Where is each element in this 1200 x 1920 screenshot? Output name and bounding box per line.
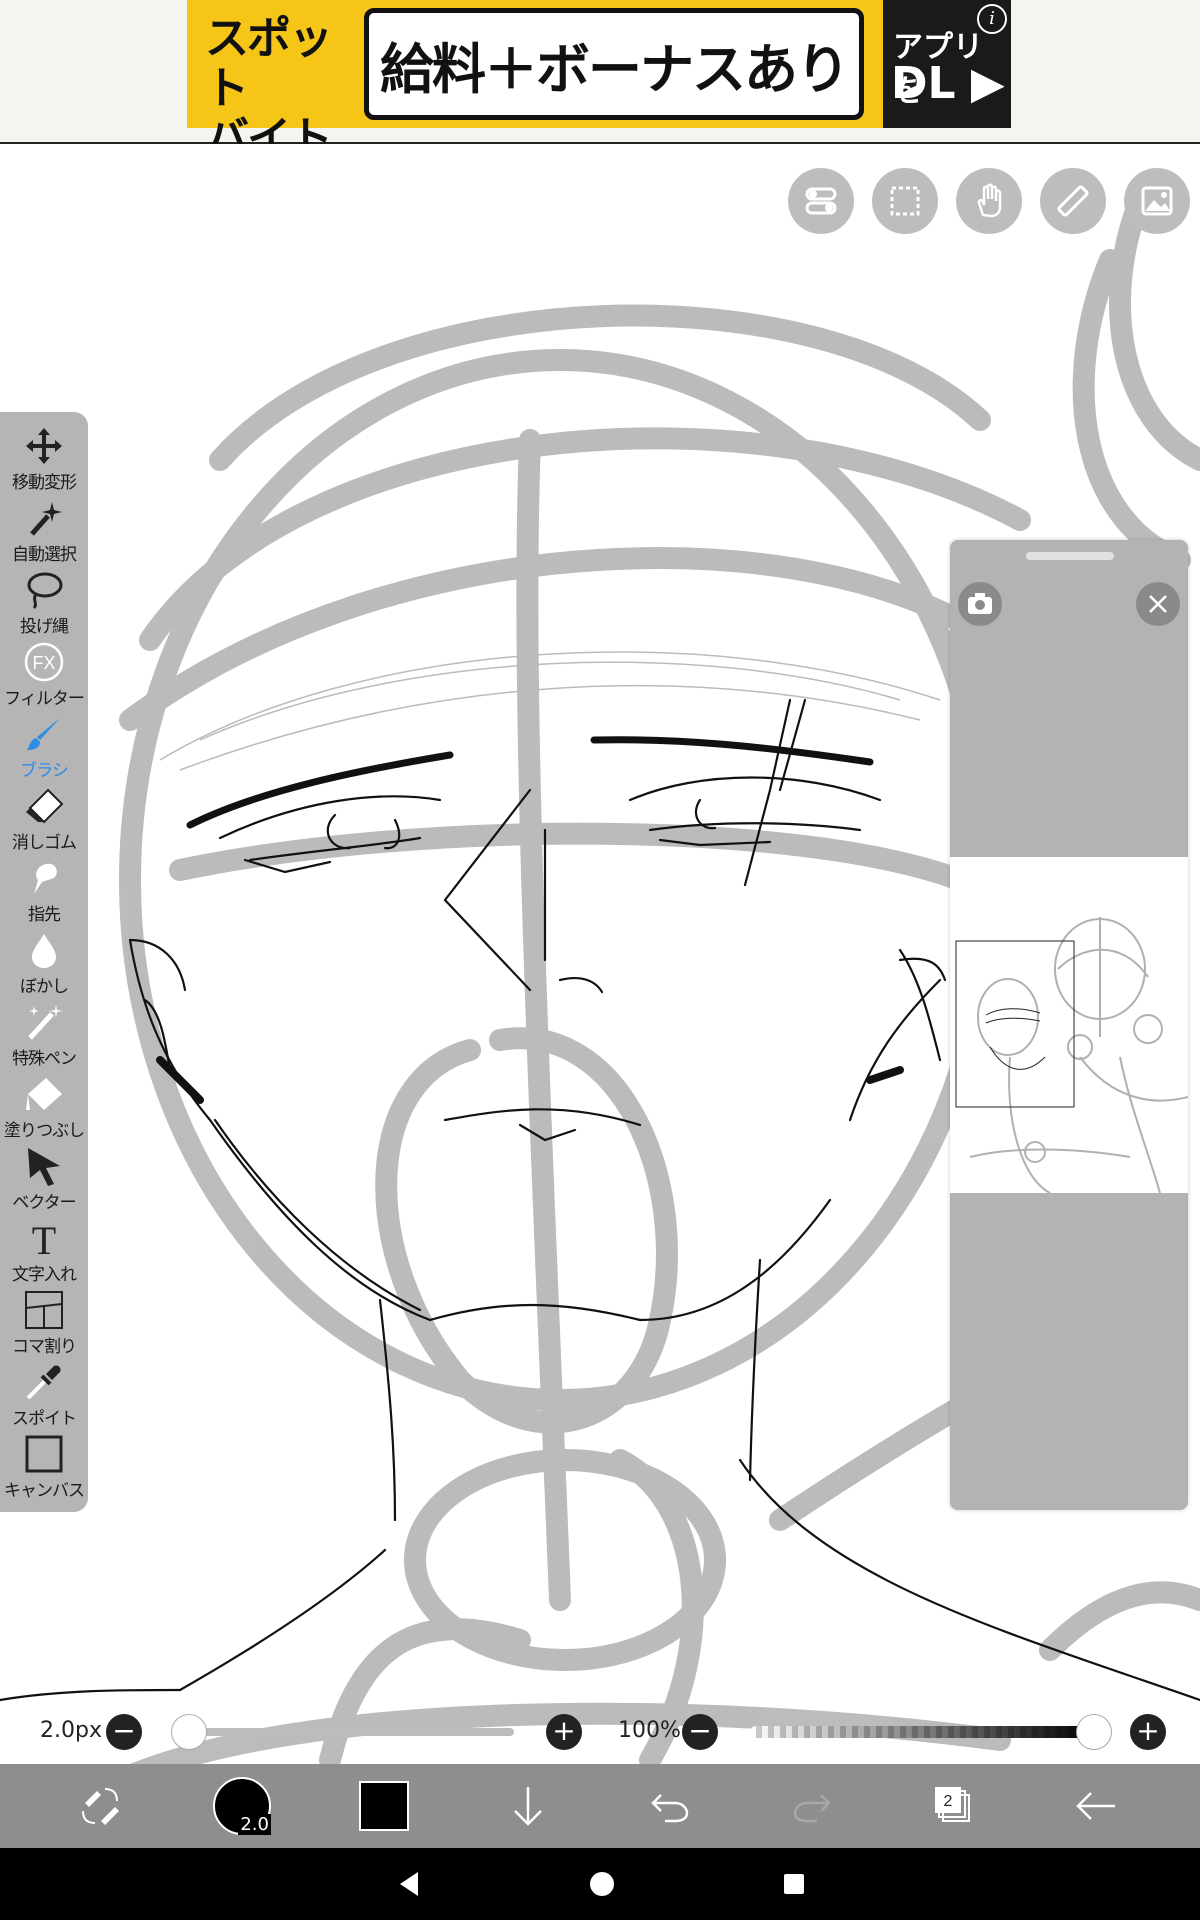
tool-label: スポイト [12,1409,77,1429]
brush-size-slider-handle[interactable] [171,1714,207,1750]
brush-dot-icon: 2.0 [213,1777,271,1835]
lasso-icon [27,572,63,610]
tool-label: 投げ縄 [20,617,69,637]
fx-icon: FX [24,642,64,682]
tool-label: ぼかし [20,977,69,997]
tool-special-pen[interactable]: 特殊ペン [0,1002,88,1074]
magic-wand-icon [30,502,62,536]
canvas-icon [25,1435,63,1473]
camera-icon[interactable] [958,582,1002,626]
ad-cta-line2: DL ▶ [891,58,1005,109]
tool-fill[interactable]: 塗りつぶし [0,1074,88,1146]
move-icon [26,428,62,464]
tool-vector[interactable]: ベクター [0,1146,88,1218]
layers-icon[interactable]: 2 [922,1774,986,1838]
brush-icon [27,718,60,750]
tool-label: コマ割り [12,1337,77,1357]
hand-icon[interactable] [956,168,1022,234]
undo-icon[interactable] [638,1774,702,1838]
opacity-slider[interactable] [750,1726,1094,1738]
recents-icon[interactable] [778,1868,810,1900]
ad-cta-button[interactable]: アプリを DL ▶ i [883,0,1011,128]
navigator-thumbnail[interactable] [950,857,1188,1193]
svg-text:2: 2 [944,1793,953,1810]
ad-banner-bar: スポット バイトル 給料＋ボーナスあり アプリを DL ▶ i [0,0,1200,214]
opacity-decrease-button[interactable]: − [682,1714,718,1750]
vector-icon [28,1148,60,1186]
navigator-panel[interactable] [950,540,1188,1510]
ad-message-box: 給料＋ボーナスあり [364,8,864,120]
tool-frame[interactable]: コマ割り [0,1290,88,1362]
tool-blur[interactable]: ぼかし [0,930,88,1002]
brush-size-increase-button[interactable]: + [546,1714,582,1750]
current-color [359,1781,409,1831]
image-icon[interactable] [1124,168,1190,234]
tool-label: キャンバス [4,1481,85,1501]
brush-settings-row: 2.0px − + 100% − + [0,1706,1200,1758]
svg-text:FX: FX [32,653,55,673]
ad-message: 給料＋ボーナスあり [380,37,850,101]
tool-label: 指先 [28,905,61,925]
tool-label: ブラシ [20,761,69,781]
eraser-icon [26,788,64,824]
eyedropper-icon [26,1365,61,1400]
tool-move[interactable]: 移動変形 [0,426,88,498]
opacity-slider-handle[interactable] [1076,1714,1112,1750]
brush-size-value: 2.0px [40,1718,102,1743]
tool-smudge[interactable]: 指先 [0,858,88,930]
tool-label: 文字入れ [12,1265,77,1285]
brush-size-slider[interactable] [188,1728,514,1736]
bottom-toolbar: 2.0 2 [0,1764,1200,1848]
tool-palette: 移動変形 自動選択 投げ縄 FX フィルター ブラシ 消しゴム 指先 ぼかし 特… [0,412,88,1512]
brush-size-decrease-button[interactable]: − [106,1714,142,1750]
tool-label: 消しゴム [12,833,77,853]
blur-icon [32,934,56,968]
tool-lasso[interactable]: 投げ縄 [0,570,88,642]
frame-icon [25,1291,63,1329]
home-icon[interactable] [586,1868,618,1900]
fill-icon [26,1078,62,1110]
toggle-icon[interactable] [788,168,854,234]
brush-size-badge: 2.0 [238,1814,271,1835]
drag-handle[interactable] [1026,552,1114,560]
back-arrow-icon[interactable] [1064,1774,1128,1838]
ruler-icon[interactable] [1040,168,1106,234]
back-icon[interactable] [394,1868,426,1900]
tool-brush[interactable]: ブラシ [0,714,88,786]
brush-size-preview[interactable]: 2.0 [210,1774,274,1838]
special-pen-icon [28,1004,63,1040]
tool-text[interactable]: T 文字入れ [0,1218,88,1290]
color-swatch[interactable] [352,1774,416,1838]
close-icon[interactable] [1136,582,1180,626]
ad-banner[interactable]: スポット バイトル 給料＋ボーナスあり アプリを DL ▶ i [187,0,1011,214]
tool-label: 自動選択 [12,545,77,565]
thumbnail-sketch [955,917,1188,1193]
selection-icon[interactable] [872,168,938,234]
tool-filter[interactable]: FX フィルター [0,642,88,714]
svg-text:T: T [32,1218,56,1258]
tool-eraser[interactable]: 消しゴム [0,786,88,858]
tool-canvas[interactable]: キャンバス [0,1434,88,1506]
finger-icon [34,863,57,894]
text-icon: T [32,1218,56,1258]
tool-label: フィルター [4,689,85,709]
redo-icon[interactable] [780,1774,844,1838]
tool-label: 移動変形 [12,473,77,493]
tool-label: 塗りつぶし [3,1121,85,1141]
ad-info-icon[interactable]: i [977,4,1007,34]
system-navigation-bar [0,1848,1200,1920]
tool-label: ベクター [12,1193,76,1213]
opacity-value: 100% [618,1718,681,1743]
save-down-arrow-icon[interactable] [496,1774,560,1838]
tool-eyedropper[interactable]: スポイト [0,1362,88,1434]
tool-auto-select[interactable]: 自動選択 [0,498,88,570]
opacity-increase-button[interactable]: + [1130,1714,1166,1750]
swap-tool-icon[interactable] [68,1774,132,1838]
tool-label: 特殊ペン [12,1049,77,1069]
